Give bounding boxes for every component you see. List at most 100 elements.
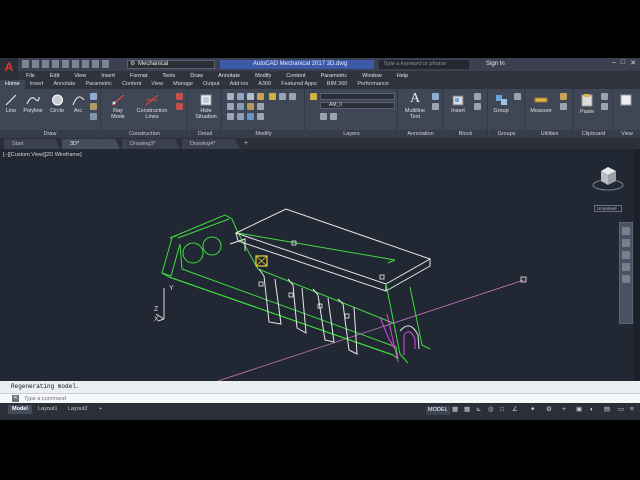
- ray-mode-button[interactable]: Ray Mode: [106, 94, 130, 120]
- hover-grip[interactable]: [255, 255, 268, 267]
- mirror-icon[interactable]: [237, 103, 244, 110]
- erase-icon[interactable]: [257, 93, 264, 100]
- zoom-icon[interactable]: [622, 251, 630, 259]
- steering-wheel-icon[interactable]: [622, 227, 630, 235]
- rectangle-icon[interactable]: [90, 93, 97, 100]
- tab-content[interactable]: Content: [117, 80, 146, 89]
- polyline-button[interactable]: Polyline: [22, 94, 44, 114]
- pan-icon[interactable]: [622, 239, 630, 247]
- file-tab-drawing3[interactable]: Drawing3*: [122, 139, 180, 149]
- tab-a360[interactable]: A360: [253, 80, 276, 89]
- menu-draw[interactable]: Draw: [182, 73, 210, 79]
- stretch-icon[interactable]: [227, 113, 234, 120]
- move-icon[interactable]: [227, 93, 234, 100]
- multiline-text-button[interactable]: A Multiline Text: [401, 92, 429, 121]
- copy-clip-icon[interactable]: [601, 93, 608, 100]
- menu-tools[interactable]: Tools: [154, 73, 182, 79]
- match-layer-icon[interactable]: [330, 113, 337, 120]
- grip-point[interactable]: [520, 276, 527, 283]
- make-current-icon[interactable]: [320, 113, 327, 120]
- line-button[interactable]: Line: [3, 94, 19, 114]
- menu-edit[interactable]: Edit: [42, 73, 66, 79]
- workspace-switch-icon[interactable]: ⚙: [546, 405, 552, 415]
- insert-button[interactable]: Insert: [448, 94, 468, 114]
- units-icon[interactable]: +: [562, 405, 566, 415]
- menu-format[interactable]: Format: [122, 73, 154, 79]
- search-box[interactable]: Type a keyword or phrase: [379, 60, 469, 69]
- model-canvas[interactable]: Y Z X: [0, 149, 640, 381]
- trim-icon[interactable]: [247, 93, 254, 100]
- calculator-icon[interactable]: [560, 93, 567, 100]
- tab-featured-apps[interactable]: Featured Apps: [276, 80, 322, 89]
- customize-icon[interactable]: ≡: [630, 405, 634, 415]
- annotation-panel-label[interactable]: Annotation: [399, 130, 442, 138]
- circle-button[interactable]: Circle: [47, 94, 67, 114]
- rotate-icon[interactable]: [237, 93, 244, 100]
- tab-bim360[interactable]: BIM 360: [322, 80, 352, 89]
- otrack-icon[interactable]: ∠: [512, 405, 518, 415]
- redo-icon[interactable]: [92, 60, 99, 68]
- fillet-icon[interactable]: [247, 103, 254, 110]
- layout-tab-model[interactable]: Model: [8, 405, 32, 414]
- ortho-icon[interactable]: ⊾: [476, 405, 481, 415]
- selection-grips[interactable]: [258, 240, 385, 319]
- osnap-icon[interactable]: □: [500, 405, 504, 415]
- menu-help[interactable]: Help: [389, 73, 415, 79]
- groups-panel-label[interactable]: Groups: [489, 130, 524, 138]
- layer-lock-icon[interactable]: [289, 93, 296, 100]
- grid-icon[interactable]: ▦: [452, 405, 458, 415]
- construction-panel-label[interactable]: Construction: [102, 130, 187, 138]
- view-panel-label[interactable]: View: [614, 130, 640, 138]
- showmotion-icon[interactable]: [622, 275, 630, 283]
- tab-manage[interactable]: Manage: [168, 80, 198, 89]
- autocad-logo[interactable]: A: [0, 58, 18, 80]
- open-icon[interactable]: [32, 60, 39, 68]
- snap-icon[interactable]: ▦: [464, 405, 470, 415]
- polar-icon[interactable]: ◎: [488, 405, 494, 415]
- tab-addins[interactable]: Add-ins: [225, 80, 254, 89]
- menu-insert[interactable]: Insert: [93, 73, 122, 79]
- layer-state-dropdown[interactable]: [320, 93, 395, 100]
- undo-icon[interactable]: [82, 60, 89, 68]
- group-button[interactable]: Group: [491, 94, 511, 114]
- layers-panel-label[interactable]: Layers: [306, 130, 397, 138]
- model-space-toggle[interactable]: MODEL: [426, 406, 450, 415]
- explode-icon[interactable]: [257, 103, 264, 110]
- leader-icon[interactable]: [432, 103, 439, 110]
- xline-icon[interactable]: [176, 93, 183, 100]
- tab-annotate[interactable]: Annotate: [48, 80, 80, 89]
- sign-in-link[interactable]: Sign In: [486, 60, 505, 69]
- ungroup-icon[interactable]: [514, 93, 521, 100]
- utilities-panel-label[interactable]: Utilities: [526, 130, 573, 138]
- menu-window[interactable]: Window: [354, 73, 389, 79]
- tab-performance[interactable]: Performance: [352, 80, 394, 89]
- file-tab-start[interactable]: Start: [4, 139, 60, 149]
- menu-file[interactable]: File: [18, 73, 42, 79]
- menu-modify[interactable]: Modify: [247, 73, 278, 79]
- new-icon[interactable]: [22, 60, 29, 68]
- paste-button[interactable]: Paste: [577, 94, 597, 115]
- print-icon[interactable]: [62, 60, 69, 68]
- isolate-icon[interactable]: ◐: [590, 405, 594, 415]
- modify-panel-label[interactable]: Modify: [223, 130, 304, 138]
- construction-circle-icon[interactable]: [176, 103, 183, 110]
- draw-panel-label[interactable]: Draw: [0, 130, 100, 138]
- tab-view[interactable]: View: [146, 80, 168, 89]
- match-icon[interactable]: [102, 60, 109, 68]
- annotation-scale-icon[interactable]: ✦: [530, 405, 535, 415]
- hide-situation-button[interactable]: Hide Situation: [192, 94, 220, 120]
- id-point-icon[interactable]: [560, 103, 567, 110]
- orbit-icon[interactable]: [622, 263, 630, 271]
- minimize-icon[interactable]: –: [612, 59, 616, 67]
- cut-icon[interactable]: [601, 103, 608, 110]
- copy-icon[interactable]: [227, 103, 234, 110]
- menu-annotate[interactable]: Annotate: [210, 73, 247, 79]
- edit-block-icon[interactable]: [474, 103, 481, 110]
- create-block-icon[interactable]: [474, 93, 481, 100]
- viewcube[interactable]: [591, 161, 625, 195]
- clipboard-panel-label[interactable]: Clipboard: [575, 130, 612, 138]
- detail-panel-label[interactable]: Detail: [189, 130, 221, 138]
- maximize-icon[interactable]: □: [621, 59, 625, 67]
- arc-button[interactable]: Arc: [69, 94, 87, 114]
- command-input[interactable]: [24, 394, 424, 403]
